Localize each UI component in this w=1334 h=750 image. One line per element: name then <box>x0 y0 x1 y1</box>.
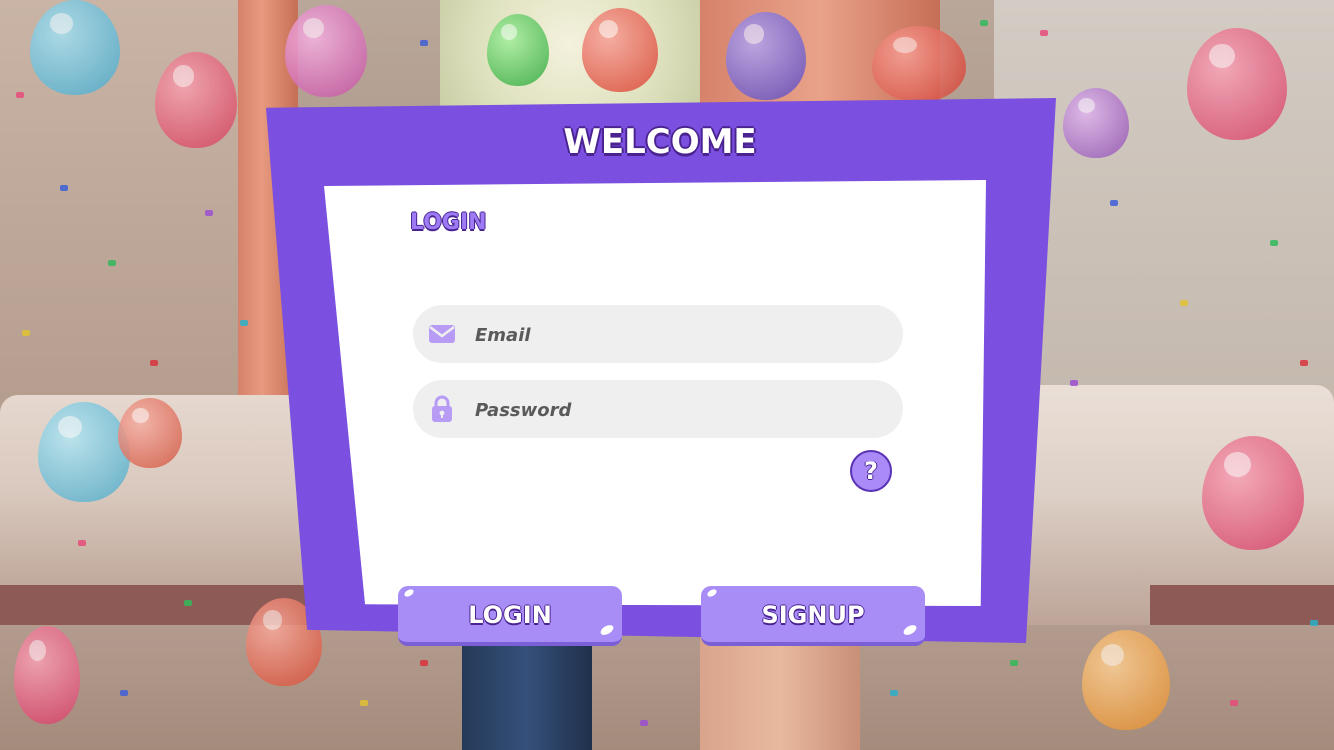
confetti-decoration <box>1070 380 1078 386</box>
balloon-decoration <box>14 626 80 724</box>
balloon-decoration <box>872 26 966 102</box>
button-shine <box>706 587 718 599</box>
confetti-decoration <box>1270 240 1278 246</box>
question-icon: ? <box>864 457 878 485</box>
balloon-decoration <box>1202 436 1304 550</box>
confetti-decoration <box>640 720 648 726</box>
confetti-decoration <box>108 260 116 266</box>
game-screen: WELCOME LOGIN ? LOGIN S <box>0 0 1334 750</box>
confetti-decoration <box>1310 620 1318 626</box>
balloon-decoration <box>726 12 806 100</box>
confetti-decoration <box>205 210 213 216</box>
balloon-decoration <box>582 8 658 92</box>
confetti-decoration <box>1110 200 1118 206</box>
email-field[interactable] <box>413 305 903 365</box>
confetti-decoration <box>1300 360 1308 366</box>
confetti-decoration <box>120 690 128 696</box>
email-input[interactable] <box>473 305 887 365</box>
confetti-decoration <box>150 360 158 366</box>
confetti-decoration <box>420 40 428 46</box>
balloon-decoration <box>1187 28 1287 140</box>
login-button-label: LOGIN <box>468 601 552 629</box>
login-section-title: LOGIN <box>410 210 487 235</box>
balloon-decoration <box>487 14 549 86</box>
balloon-decoration <box>30 0 120 95</box>
confetti-decoration <box>60 185 68 191</box>
password-input[interactable] <box>473 380 887 440</box>
confetti-decoration <box>184 600 192 606</box>
balloon-decoration <box>118 398 182 468</box>
confetti-decoration <box>980 20 988 26</box>
signup-button-label: SIGNUP <box>761 601 865 629</box>
confetti-decoration <box>240 320 248 326</box>
confetti-decoration <box>1010 660 1018 666</box>
help-button[interactable]: ? <box>850 450 892 492</box>
dialog-title: WELCOME <box>563 122 757 162</box>
password-field[interactable] <box>413 380 903 440</box>
confetti-decoration <box>22 330 30 336</box>
balloon-decoration <box>155 52 237 148</box>
confetti-decoration <box>1040 30 1048 36</box>
login-button[interactable]: LOGIN <box>398 586 622 646</box>
confetti-decoration <box>360 700 368 706</box>
confetti-decoration <box>1230 700 1238 706</box>
envelope-icon <box>429 320 455 348</box>
confetti-decoration <box>1180 300 1188 306</box>
confetti-decoration <box>78 540 86 546</box>
background-window <box>440 0 700 110</box>
button-shine <box>598 623 616 637</box>
signup-button[interactable]: SIGNUP <box>701 586 925 646</box>
balloon-decoration <box>1063 88 1129 158</box>
balloon-decoration <box>285 5 367 97</box>
background-sofa-right-base <box>1150 585 1334 625</box>
confetti-decoration <box>16 92 24 98</box>
balloon-decoration <box>1082 630 1170 730</box>
button-shine <box>901 623 919 637</box>
balloon-decoration <box>38 402 130 502</box>
confetti-decoration <box>890 690 898 696</box>
button-shine <box>403 587 415 599</box>
lock-icon <box>429 395 455 423</box>
confetti-decoration <box>420 660 428 666</box>
